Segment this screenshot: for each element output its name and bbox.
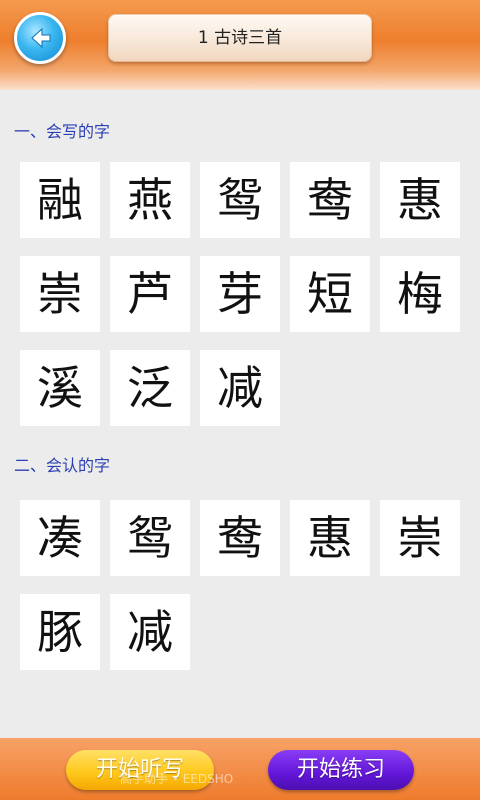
char-card[interactable]: 融 [20,162,100,238]
char-card[interactable]: 减 [110,594,190,670]
char-card[interactable]: 溪 [20,350,100,426]
char-card[interactable]: 梅 [380,256,460,332]
char-card[interactable]: 芽 [200,256,280,332]
char-card[interactable]: 鸳 [110,500,190,576]
char-card[interactable]: 凑 [20,500,100,576]
char-card[interactable]: 惠 [380,162,460,238]
page-title: 1 古诗三首 [108,14,372,62]
char-card[interactable]: 减 [200,350,280,426]
char-card[interactable]: 短 [290,256,370,332]
back-arrow-icon [31,27,51,49]
section-title-write: 一、会写的字 [14,122,111,141]
start-practice-button[interactable]: 开始练习 [268,750,414,790]
char-card[interactable]: 崇 [380,500,460,576]
char-card[interactable]: 鸯 [200,500,280,576]
char-card[interactable]: 惠 [290,500,370,576]
char-card[interactable]: 鸳 [200,162,280,238]
char-card[interactable]: 泛 [110,350,190,426]
char-card[interactable]: 豚 [20,594,100,670]
header-bar: 1 古诗三首 [0,0,480,90]
char-card[interactable]: 鸯 [290,162,370,238]
back-button[interactable] [14,12,66,64]
char-card[interactable]: 燕 [110,162,190,238]
char-card[interactable]: 崇 [20,256,100,332]
char-card[interactable]: 芦 [110,256,190,332]
watermark: 高手助手 • EEDSHO [120,772,234,786]
section-title-read: 二、会认的字 [14,456,111,475]
